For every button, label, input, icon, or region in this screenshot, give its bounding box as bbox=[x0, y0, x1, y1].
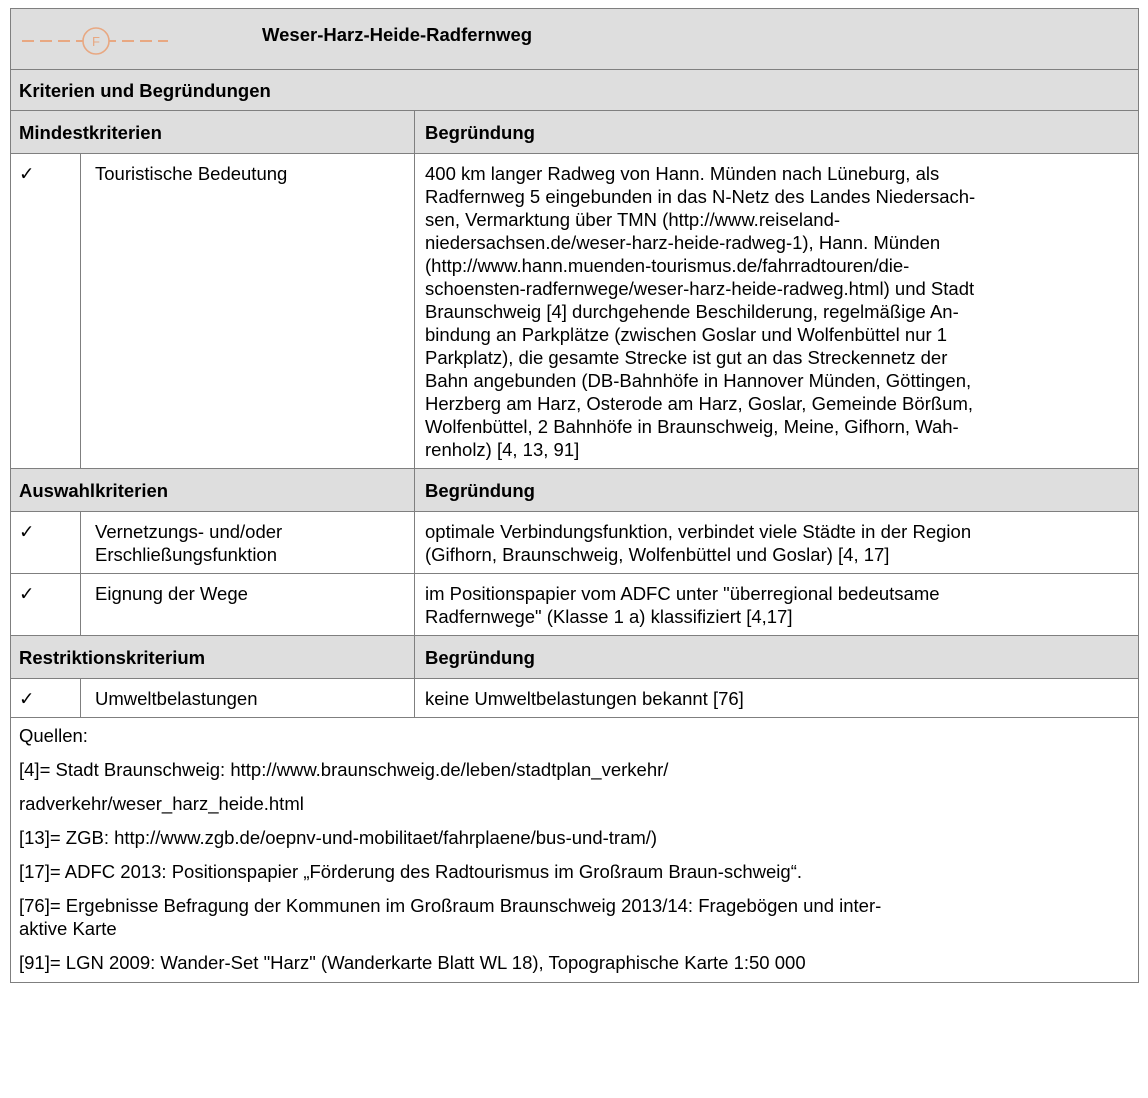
checkmark-icon: ✓ bbox=[10, 678, 81, 718]
source-entry: [13]= ZGB: http://www.zgb.de/oepnv-und-m… bbox=[19, 827, 658, 848]
reason-text: im Positionspapier vom ADFC unter "überr… bbox=[413, 573, 1140, 636]
checkmark-icon: ✓ bbox=[10, 511, 81, 574]
reason-line: Braunschweig [4] durchgehende Beschilder… bbox=[425, 301, 959, 322]
source-entry-continuation: radverkehr/weser_harz_heide.html bbox=[19, 793, 304, 814]
title-row: F Weser-Harz-Heide-Radfernweg bbox=[9, 8, 1140, 70]
reason-line: Radfernwege" (Klasse 1 a) klassifiziert … bbox=[425, 606, 793, 627]
reason-line: Wolfenbüttel, 2 Bahnhöfe in Braunschweig… bbox=[425, 416, 959, 437]
page-title: Weser-Harz-Heide-Radfernweg bbox=[262, 24, 533, 45]
sources-heading: Quellen: bbox=[19, 725, 88, 746]
reason-line: Parkplatz), die gesamte Strecke ist gut … bbox=[425, 347, 948, 368]
criterion-label: Eignung der Wege bbox=[80, 573, 415, 636]
reason-line: sen, Vermarktung über TMN (http://www.re… bbox=[425, 209, 841, 230]
reason-line: schoensten-radfernwege/weser-harz-heide-… bbox=[425, 278, 975, 299]
group-header-row: Mindestkriterien Begründung bbox=[10, 110, 1140, 154]
sources-row: Quellen: [4]= Stadt Braunschweig: http:/… bbox=[9, 717, 1140, 983]
criterion-line: Erschließungsfunktion bbox=[95, 544, 278, 565]
criterion-line: Vernetzungs- und/oder bbox=[95, 521, 283, 542]
reason-line: renholz) [4, 13, 91] bbox=[425, 439, 580, 460]
reason-text: keine Umweltbelastungen bekannt [76] bbox=[413, 678, 1140, 718]
criterion-row: ✓ Vernetzungs- und/oder Erschließungsfun… bbox=[10, 511, 1140, 574]
criterion-label: Vernetzungs- und/oder Erschließungsfunkt… bbox=[80, 511, 415, 574]
criteria-table: F Weser-Harz-Heide-Radfernweg Kriterien … bbox=[9, 8, 1140, 983]
reason-heading: Begründung bbox=[413, 468, 1140, 512]
route-f-logo-icon: F bbox=[22, 27, 168, 55]
source-entry-continuation: aktive Karte bbox=[19, 918, 117, 939]
logo-letter: F bbox=[92, 34, 100, 49]
sources-cell: Quellen: [4]= Stadt Braunschweig: http:/… bbox=[9, 717, 1140, 983]
source-entry: [91]= LGN 2009: Wander-Set "Harz" (Wande… bbox=[19, 952, 806, 973]
criterion-label: Touristische Bedeutung bbox=[80, 153, 415, 469]
source-entry: [4]= Stadt Braunschweig: http://www.brau… bbox=[19, 759, 669, 780]
reason-line: Herzberg am Harz, Osterode am Harz, Gosl… bbox=[425, 393, 973, 414]
document: F Weser-Harz-Heide-Radfernweg Kriterien … bbox=[9, 8, 1140, 983]
reason-line: Bahn angebunden (DB-Bahnhöfe in Hannover… bbox=[425, 370, 972, 391]
section-title: Kriterien und Begründungen bbox=[9, 69, 1140, 111]
criterion-label: Umweltbelastungen bbox=[80, 678, 415, 718]
checkmark-icon: ✓ bbox=[10, 573, 81, 636]
reason-text: 400 km langer Radweg von Hann. Münden na… bbox=[413, 153, 1140, 469]
reason-line: optimale Verbindungsfunktion, verbindet … bbox=[425, 521, 972, 542]
title-cell: F Weser-Harz-Heide-Radfernweg bbox=[9, 8, 1140, 70]
reason-line: niedersachsen.de/weser-harz-heide-radweg… bbox=[425, 232, 941, 253]
reason-line: im Positionspapier vom ADFC unter "überr… bbox=[425, 583, 940, 604]
group-heading: Restriktionskriterium bbox=[10, 635, 415, 679]
reason-line: (Gifhorn, Braunschweig, Wolfenbüttel und… bbox=[425, 544, 890, 565]
section-title-row: Kriterien und Begründungen bbox=[9, 69, 1140, 111]
reason-text: optimale Verbindungsfunktion, verbindet … bbox=[413, 511, 1140, 574]
criterion-row: ✓ Eignung der Wege im Positionspapier vo… bbox=[10, 573, 1140, 636]
group-heading: Mindestkriterien bbox=[10, 110, 415, 154]
reason-line: (http://www.hann.muenden-tourismus.de/fa… bbox=[425, 255, 910, 276]
group-header-row: Restriktionskriterium Begründung bbox=[10, 635, 1140, 679]
reason-heading: Begründung bbox=[413, 635, 1140, 679]
group-header-row: Auswahlkriterien Begründung bbox=[10, 468, 1140, 512]
criterion-row: ✓ Umweltbelastungen keine Umweltbelastun… bbox=[10, 678, 1140, 718]
reason-line: keine Umweltbelastungen bekannt [76] bbox=[425, 688, 744, 709]
source-entry: [17]= ADFC 2013: Positionspapier „Förder… bbox=[19, 861, 802, 882]
checkmark-icon: ✓ bbox=[10, 153, 81, 469]
reason-line: bindung an Parkplätze (zwischen Goslar u… bbox=[425, 324, 948, 345]
source-entry: [76]= Ergebnisse Befragung der Kommunen … bbox=[19, 895, 882, 916]
reason-line: 400 km langer Radweg von Hann. Münden na… bbox=[425, 163, 940, 184]
reason-heading: Begründung bbox=[413, 110, 1140, 154]
group-heading: Auswahlkriterien bbox=[10, 468, 415, 512]
reason-line: Radfernweg 5 eingebunden in das N-Netz d… bbox=[425, 186, 976, 207]
criterion-row: ✓ Touristische Bedeutung 400 km langer R… bbox=[10, 153, 1140, 469]
